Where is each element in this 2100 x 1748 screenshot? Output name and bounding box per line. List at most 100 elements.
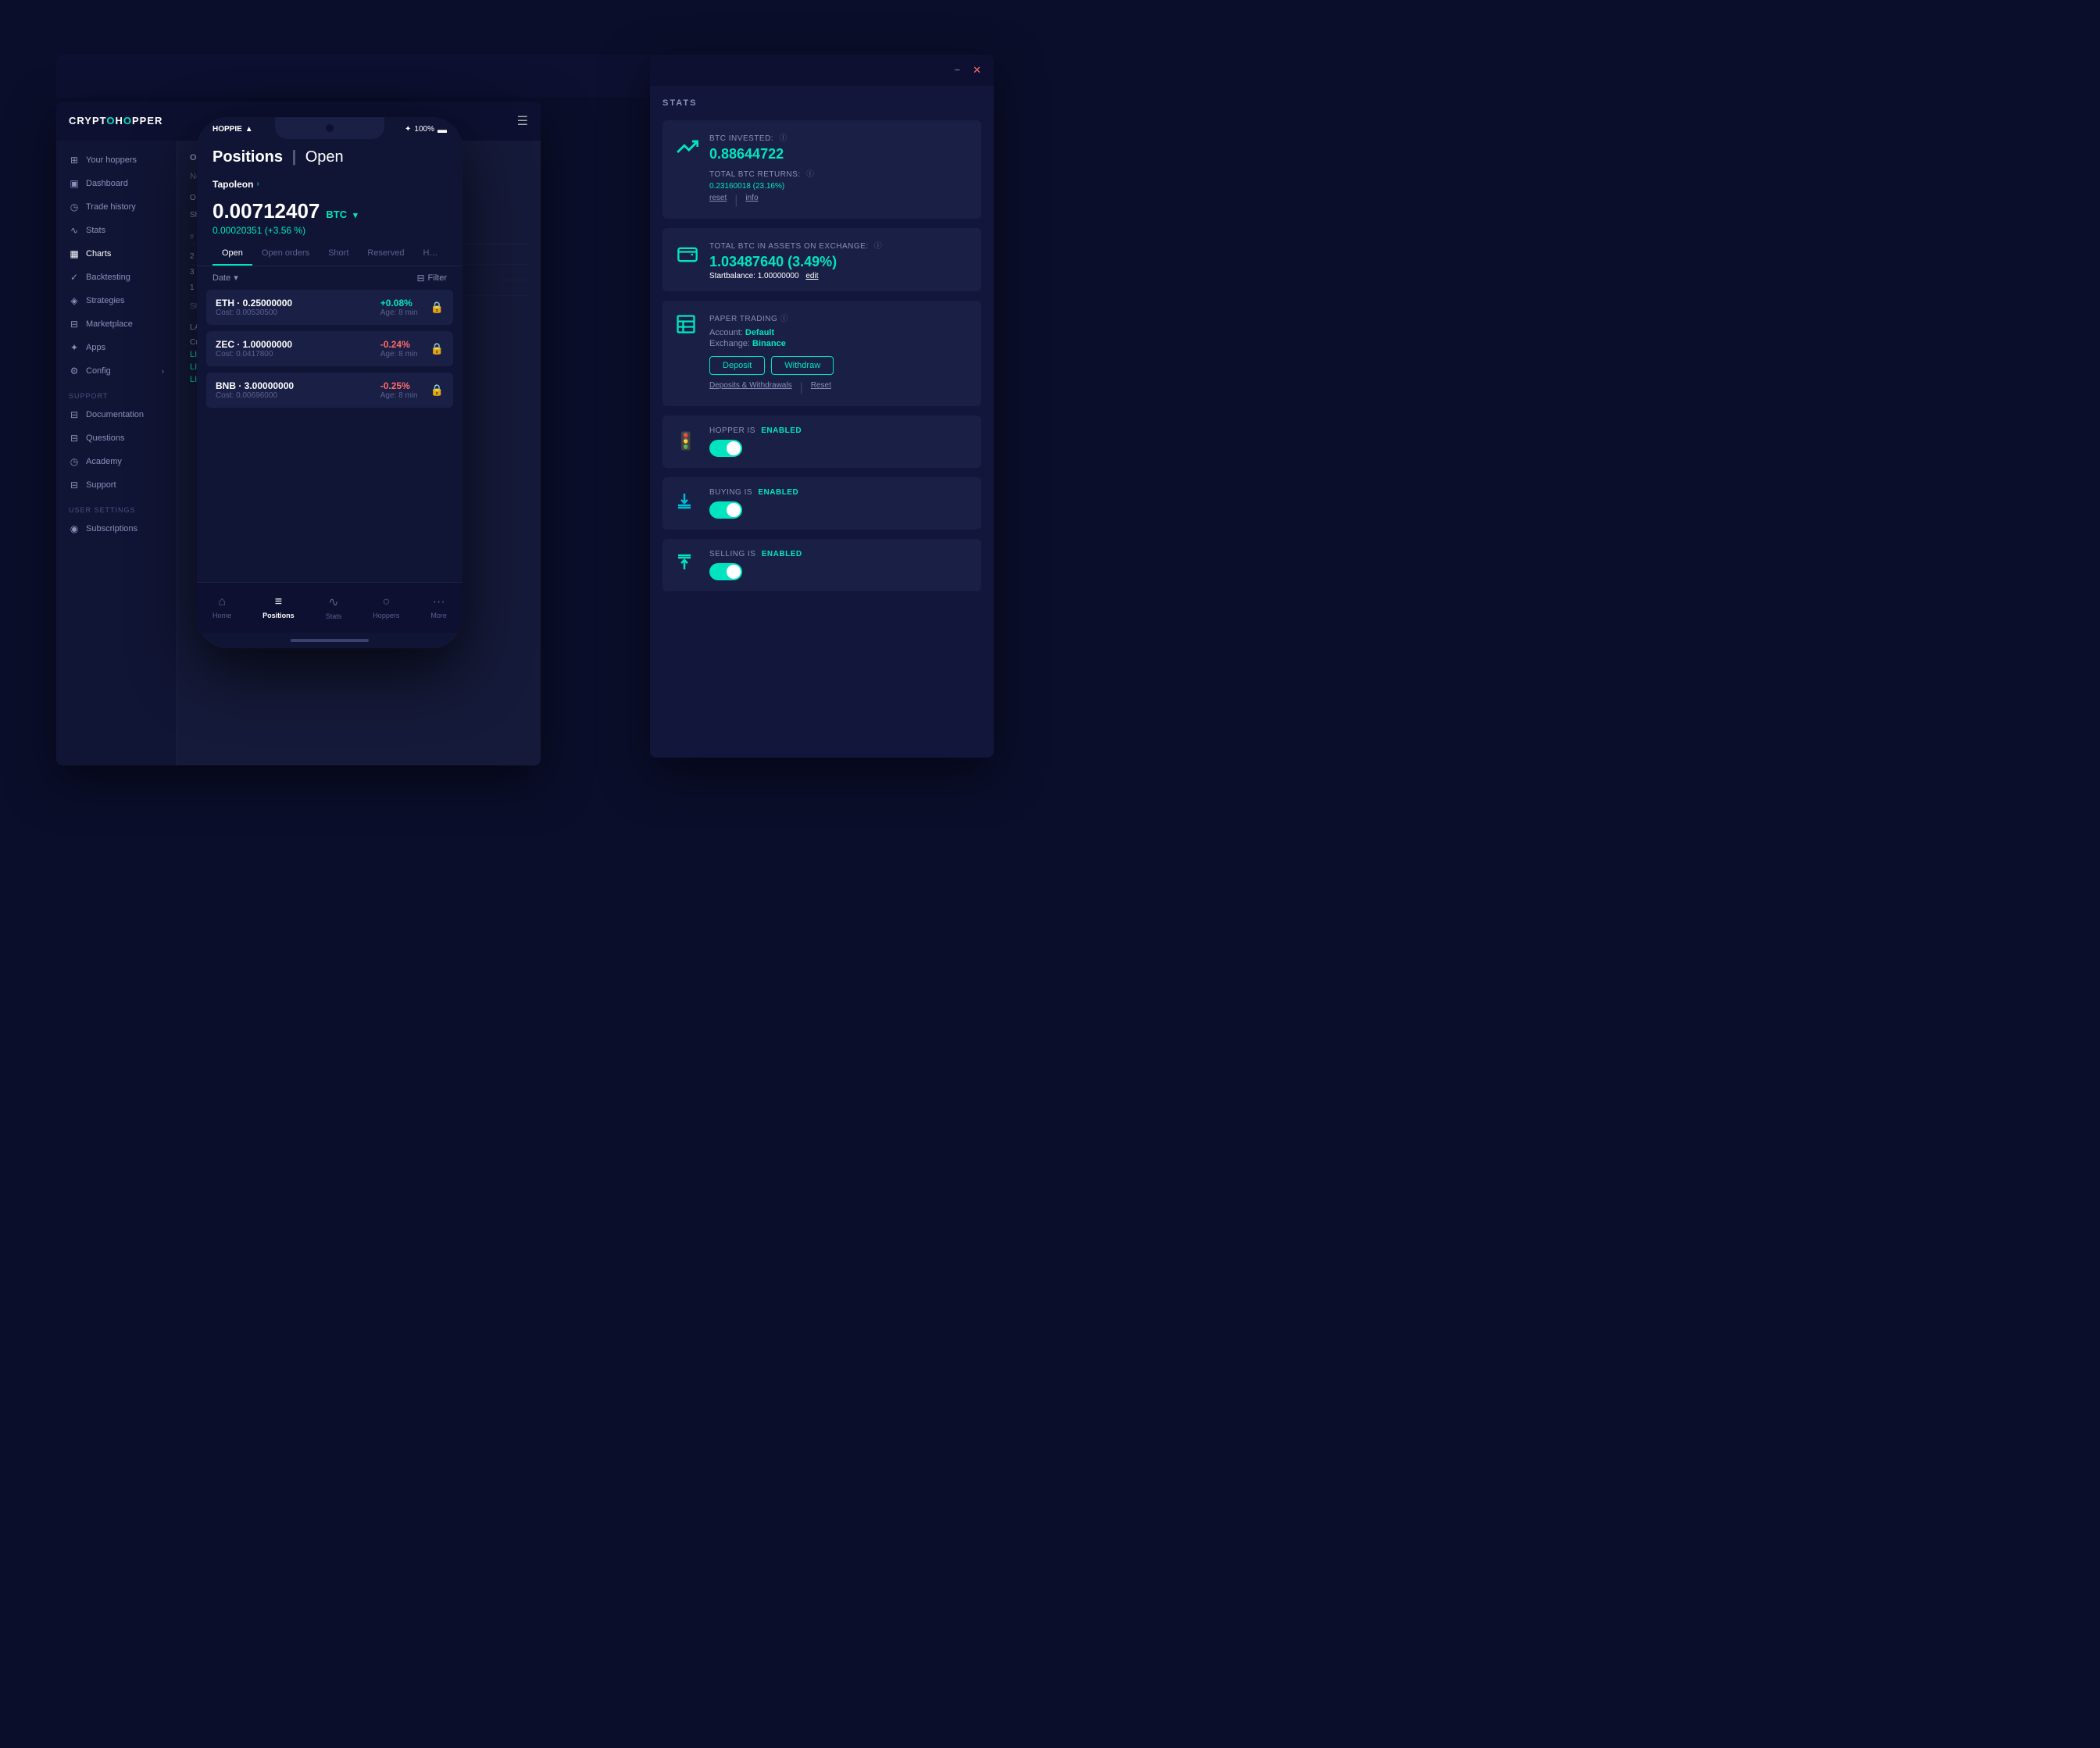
nav-stats-label: Stats <box>326 612 342 620</box>
battery-icon: ▬ <box>438 124 447 135</box>
sidebar-label-subscriptions: Subscriptions <box>86 524 138 533</box>
paper-account-row: Account: Default <box>709 328 969 337</box>
phone-header: Positions | Open <box>197 142 462 174</box>
hamburger-icon[interactable]: ☰ <box>517 113 528 129</box>
battery-text: 100% <box>414 125 434 134</box>
hopper-arrow-icon: › <box>256 180 259 188</box>
sidebar-item-charts[interactable]: ▦ Charts <box>56 242 177 266</box>
reset-link2[interactable]: Reset <box>811 381 831 395</box>
position-zec[interactable]: ZEC · 1.00000000 Cost: 0.0417800 -0.24% … <box>206 331 453 366</box>
docs-icon: ⊟ <box>69 409 80 420</box>
btc-invested-info-icon: ⓘ <box>779 134 788 143</box>
startbalance-text: Startbalance: 1.00000000 edit <box>709 272 969 280</box>
eth-coin: ETH · <box>216 298 243 309</box>
assets-info-icon: ⓘ <box>874 242 883 251</box>
reset-link[interactable]: reset <box>709 194 727 208</box>
bnb-change: -0.25% <box>380 380 418 391</box>
page-title: Positions | Open <box>212 148 447 166</box>
sidebar-item-backtesting[interactable]: ✓ Backtesting <box>56 266 177 289</box>
sidebar-item-documentation[interactable]: ⊟ Documentation <box>56 403 177 426</box>
btc-invested-value: 0.88644722 <box>709 146 969 162</box>
bluetooth-icon: ✦ <box>405 125 411 134</box>
selling-enabled-toggle[interactable] <box>709 563 742 580</box>
sidebar-item-apps[interactable]: ✦ Apps <box>56 336 177 359</box>
hopper-selector[interactable]: Tapoleon › <box>197 174 462 196</box>
hopper-enabled-toggle[interactable] <box>709 440 742 457</box>
sidebar-item-marketplace[interactable]: ⊟ Marketplace <box>56 312 177 336</box>
home-icon: ⌂ <box>218 595 226 609</box>
selling-enabled-card: SELLING IS ENABLED <box>662 539 981 591</box>
deposit-button[interactable]: Deposit <box>709 356 765 375</box>
tab-history[interactable]: History <box>413 242 447 266</box>
sidebar-item-dashboard[interactable]: ▣ Dashboard <box>56 172 177 195</box>
sidebar-item-strategies[interactable]: ◈ Strategies <box>56 289 177 312</box>
sidebar-label-backtesting: Backtesting <box>86 273 130 282</box>
marketplace-icon: ⊟ <box>69 319 80 330</box>
phone-notch <box>275 117 384 139</box>
currency-dropdown-icon[interactable]: ▾ <box>353 210 358 220</box>
position-bnb[interactable]: BNB · 3.00000000 Cost: 0.00696000 -0.25%… <box>206 373 453 408</box>
nav-more[interactable]: ··· More <box>424 592 453 623</box>
sidebar-item-academy[interactable]: ◷ Academy <box>56 450 177 473</box>
home-bar <box>291 639 369 642</box>
sidebar-item-config[interactable]: ⚙ Config › <box>56 359 177 383</box>
tab-open[interactable]: Open <box>212 242 252 266</box>
stats-panel: − ✕ STATS BTC INVESTED: ⓘ 0.886 <box>650 55 994 758</box>
withdraw-button[interactable]: Withdraw <box>771 356 834 375</box>
traffic-light-icon: 🚦 <box>675 431 700 451</box>
paper-trading-card: PAPER TRADING ⓘ Account: Default Exchang… <box>662 301 981 406</box>
tab-short[interactable]: Short <box>319 242 358 266</box>
btc-assets-card: TOTAL BTC IN ASSETS ON EXCHANGE: ⓘ 1.034… <box>662 228 981 291</box>
sidebar-item-stats[interactable]: ∿ Stats <box>56 219 177 242</box>
sidebar-item-your-hoppers[interactable]: ⊞ Your hoppers <box>56 148 177 172</box>
history-icon: ◷ <box>69 202 80 212</box>
sidebar-label-stats: Stats <box>86 226 105 235</box>
balance-currency: BTC <box>326 209 347 220</box>
info-link[interactable]: info <box>745 194 758 208</box>
paper-trading-icon <box>675 313 700 340</box>
col-5 <box>452 233 528 241</box>
minimize-button[interactable]: − <box>955 64 961 76</box>
sidebar-item-subscriptions[interactable]: ◉ Subscriptions <box>56 517 177 540</box>
hopper-enabled-card: 🚦 HOPPER IS ENABLED <box>662 416 981 468</box>
questions-icon: ⊟ <box>69 433 80 444</box>
nav-home[interactable]: ⌂ Home <box>206 592 238 623</box>
sidebar-label-charts: Charts <box>86 249 111 259</box>
nav-hoppers[interactable]: ○ Hoppers <box>366 592 405 623</box>
sidebar-label-strategies: Strategies <box>86 296 125 305</box>
filter-button[interactable]: ⊟ Filter <box>416 273 447 284</box>
eth-age: Age: 8 min <box>380 309 418 317</box>
sidebar-item-support[interactable]: ⊟ Support <box>56 473 177 497</box>
edit-link[interactable]: edit <box>805 272 818 280</box>
support-section-label: SUPPORT <box>56 383 177 403</box>
date-filter[interactable]: Date ▾ <box>212 273 238 283</box>
eth-lock-icon: 🔒 <box>430 301 444 314</box>
download-icon <box>675 491 700 515</box>
sidebar-label-marketplace: Marketplace <box>86 319 133 329</box>
nav-positions[interactable]: ≡ Positions <box>256 592 301 623</box>
position-eth[interactable]: ETH · 0.25000000 Cost: 0.00530500 +0.08%… <box>206 290 453 325</box>
nav-stats-icon: ∿ <box>328 594 338 610</box>
sidebar-label-config: Config <box>86 366 111 376</box>
sidebar-item-trade-history[interactable]: ◷ Trade history <box>56 195 177 219</box>
phone: HOPPIE ▲ 9:41 AM ✦ 100% ▬ Positions | Op… <box>197 117 462 648</box>
tab-open-orders[interactable]: Open orders <box>252 242 319 266</box>
sidebar-item-questions[interactable]: ⊟ Questions <box>56 426 177 450</box>
upload-icon <box>675 553 700 576</box>
selling-enabled-label: SELLING IS ENABLED <box>709 550 969 558</box>
nav-hoppers-label: Hoppers <box>373 612 399 619</box>
total-btc-returns-value: 0.23160018 (23.16%) <box>709 182 969 191</box>
buying-enabled-toggle[interactable] <box>709 501 742 519</box>
total-btc-assets-value: 1.03487640 (3.49%) <box>709 254 969 270</box>
paper-exchange-row: Exchange: Binance <box>709 339 969 348</box>
filter-row: Date ▾ ⊟ Filter <box>197 266 462 290</box>
nav-stats[interactable]: ∿ Stats <box>320 591 348 623</box>
deposits-withdrawals-link[interactable]: Deposits & Withdrawals <box>709 381 792 395</box>
tab-reserved[interactable]: Reserved <box>358 242 413 266</box>
sidebar-label-your-hoppers: Your hoppers <box>86 155 137 165</box>
btc-invested-card: BTC INVESTED: ⓘ 0.88644722 TOTAL BTC RET… <box>662 120 981 219</box>
paper-info-icon: ⓘ <box>780 315 789 323</box>
balance-value: 0.00712407 <box>212 199 320 223</box>
close-button[interactable]: ✕ <box>973 64 981 77</box>
bnb-coin: BNB · <box>216 380 245 391</box>
